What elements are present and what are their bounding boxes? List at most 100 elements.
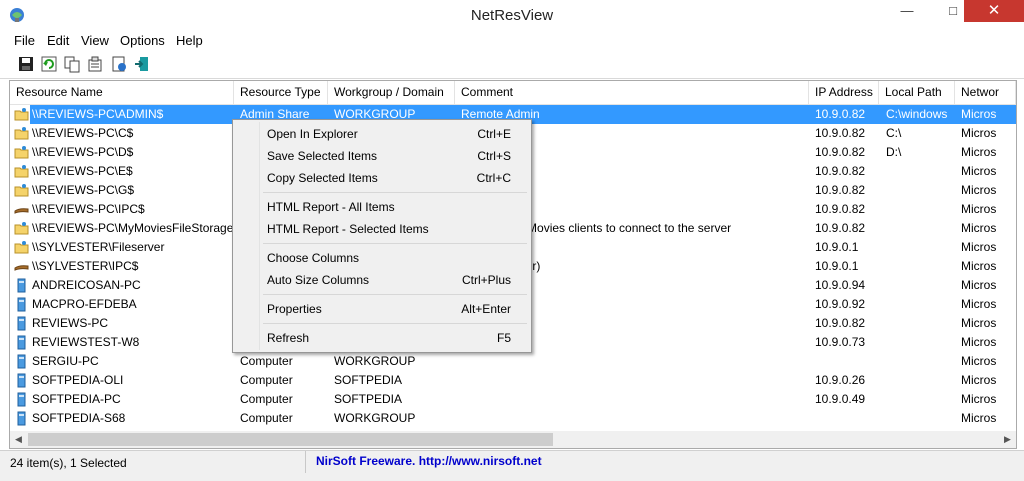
- table-row[interactable]: SOFTPEDIA-OLI Computer SOFTPEDIA 10.9.0.26 M…: [10, 371, 1016, 390]
- copy-icon[interactable]: [63, 55, 81, 73]
- menu-view[interactable]: View: [81, 33, 109, 48]
- context-menu-item-save-selected-items[interactable]: Save Selected Items Ctrl+S: [235, 145, 529, 167]
- context-menu-item-html-report-all-items[interactable]: HTML Report - All Items: [235, 196, 529, 218]
- cell-path: [886, 390, 957, 409]
- cell-net: Micros: [961, 316, 997, 330]
- cell-ip: 10.9.0.82: [815, 183, 866, 197]
- cell-net: Micros: [961, 259, 997, 273]
- context-menu-item-html-report-selected-items[interactable]: HTML Report - Selected Items: [235, 218, 529, 240]
- context-menu-item-properties[interactable]: Properties Alt+Enter: [235, 298, 529, 320]
- column-workgroup-domain[interactable]: Workgroup / Domain: [328, 81, 455, 104]
- cell-ip: 10.9.0.1: [815, 259, 859, 273]
- horizontal-scrollbar[interactable]: ◀ ▶: [9, 431, 1017, 449]
- column-ip-address[interactable]: IP Address: [809, 81, 879, 104]
- ipc-pipe-icon: [14, 202, 29, 217]
- window-title: NetResView: [470, 7, 554, 24]
- menu-file[interactable]: File: [14, 33, 35, 48]
- cell-comment: [461, 352, 811, 371]
- context-menu-shortcut: Ctrl+E: [477, 127, 511, 141]
- html-report-icon[interactable]: [110, 55, 128, 73]
- cell-net: Micros: [961, 145, 997, 159]
- cell-name: \\SYLVESTER\IPC$: [32, 259, 139, 273]
- context-menu-item-auto-size-columns[interactable]: Auto Size Columns Ctrl+Plus: [235, 269, 529, 291]
- properties-icon[interactable]: [86, 55, 104, 73]
- cell-type: Computer: [240, 411, 293, 425]
- table-row[interactable]: SERGIU-PC Computer WORKGROUP Micros: [10, 352, 1016, 371]
- menu-edit[interactable]: Edit: [47, 33, 69, 48]
- context-menu-separator: [263, 243, 527, 244]
- menu-options[interactable]: Options: [120, 33, 165, 48]
- cell-ip: 10.9.0.82: [815, 107, 866, 121]
- cell-comment: [461, 390, 811, 409]
- cell-path: C:\windows: [886, 107, 948, 121]
- close-button[interactable]: ✕: [964, 0, 1024, 22]
- scroll-right-icon[interactable]: ▶: [999, 431, 1016, 448]
- cell-path: [886, 409, 957, 428]
- context-menu-separator: [263, 192, 527, 193]
- menu-help[interactable]: Help: [176, 33, 203, 48]
- cell-path: [886, 162, 957, 181]
- context-menu-label: Refresh: [267, 331, 310, 345]
- minimize-button[interactable]: —: [884, 0, 930, 22]
- cell-ip: 10.9.0.73: [815, 335, 866, 349]
- cell-group: SOFTPEDIA: [334, 392, 403, 406]
- context-menu-item-copy-selected-items[interactable]: Copy Selected Items Ctrl+C: [235, 167, 529, 189]
- computer-icon: [14, 354, 29, 369]
- toolbar: [0, 51, 1024, 79]
- title-bar: NetResView — □ ✕: [0, 0, 1024, 30]
- cell-type: Computer: [240, 354, 293, 368]
- context-menu-shortcut: Ctrl+Plus: [461, 273, 511, 287]
- table-row[interactable]: SOFTPEDIA-PC Computer SOFTPEDIA 10.9.0.49 Mi…: [10, 390, 1016, 409]
- cell-group: WORKGROUP: [334, 411, 416, 425]
- context-menu-label: Auto Size Columns: [267, 273, 370, 287]
- exit-icon[interactable]: [133, 55, 151, 73]
- cell-path: [886, 314, 957, 333]
- cell-path: [886, 181, 957, 200]
- cell-name: \\REVIEWS-PC\G$: [32, 183, 135, 197]
- cell-ip: [815, 352, 882, 371]
- cell-path: [886, 219, 957, 238]
- cell-name: SERGIU-PC: [32, 354, 99, 368]
- cell-ip: 10.9.0.1: [815, 240, 859, 254]
- cell-path: [886, 257, 957, 276]
- cell-path: [886, 238, 957, 257]
- context-menu-item-choose-columns[interactable]: Choose Columns: [235, 247, 529, 269]
- save-icon[interactable]: [17, 55, 35, 73]
- scroll-left-icon[interactable]: ◀: [10, 431, 27, 448]
- share-folder-icon: [14, 164, 29, 179]
- nirsoft-link[interactable]: NirSoft Freeware. http://www.nirsoft.net: [316, 454, 542, 468]
- scroll-thumb[interactable]: [28, 433, 553, 446]
- computer-icon: [14, 411, 29, 426]
- cell-path: [886, 352, 957, 371]
- cell-net: Micros: [961, 411, 997, 425]
- context-menu-item-refresh[interactable]: Refresh F5: [235, 327, 529, 349]
- table-row[interactable]: SOFTPEDIA-S68 Computer WORKGROUP Micros: [10, 409, 1016, 428]
- computer-icon: [14, 297, 29, 312]
- computer-icon: [14, 392, 29, 407]
- column-comment[interactable]: Comment: [455, 81, 809, 104]
- column-network[interactable]: Networ: [955, 81, 1016, 104]
- cell-path: C:\: [886, 126, 902, 140]
- share-folder-icon: [14, 107, 29, 122]
- cell-ip: 10.9.0.82: [815, 126, 866, 140]
- context-menu-item-open-in-explorer[interactable]: Open In Explorer Ctrl+E: [235, 123, 529, 145]
- cell-ip: 10.9.0.82: [815, 164, 866, 178]
- cell-path: [886, 200, 957, 219]
- cell-name: REVIEWS-PC: [32, 316, 109, 330]
- context-menu-label: HTML Report - All Items: [267, 200, 395, 214]
- context-menu-label: Properties: [267, 302, 322, 316]
- share-folder-icon: [14, 183, 29, 198]
- status-bar: 24 item(s), 1 Selected NirSoft Freeware.…: [0, 450, 1024, 481]
- column-resource-type[interactable]: Resource Type: [234, 81, 328, 104]
- cell-name: REVIEWSTEST-W8: [32, 335, 140, 349]
- column-resource-name[interactable]: Resource Name: [10, 81, 234, 104]
- computer-icon: [14, 335, 29, 350]
- context-menu-shortcut: F5: [496, 331, 511, 345]
- cell-ip: 10.9.0.94: [815, 278, 866, 292]
- refresh-icon[interactable]: [40, 55, 58, 73]
- share-folder-icon: [14, 240, 29, 255]
- column-local-path[interactable]: Local Path: [879, 81, 955, 104]
- cell-net: Micros: [961, 107, 997, 121]
- cell-path: D:\: [886, 145, 902, 159]
- cell-name: \\REVIEWS-PC\MyMoviesFileStorage$: [32, 221, 236, 235]
